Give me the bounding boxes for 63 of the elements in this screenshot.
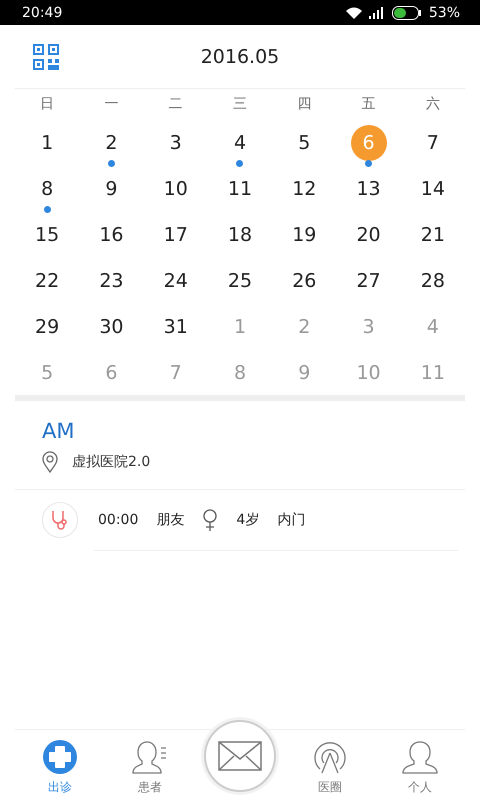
location-pin-icon xyxy=(42,451,58,473)
mail-button[interactable] xyxy=(204,720,276,792)
weekday-label: 三 xyxy=(232,95,247,113)
calendar-day[interactable]: 31 xyxy=(158,309,194,345)
battery-icon xyxy=(392,6,422,20)
broadcast-icon xyxy=(312,739,348,775)
month-title: 2016.05 xyxy=(200,46,280,68)
calendar-day[interactable]: 10 xyxy=(158,171,194,207)
calendar-day[interactable]: 20 xyxy=(350,217,387,253)
envelope-icon xyxy=(218,741,262,771)
qr-code-icon[interactable] xyxy=(33,44,59,70)
plus-icon xyxy=(42,739,78,775)
patient-name: 朋友 xyxy=(156,511,184,529)
weekday-label: 五 xyxy=(362,95,376,113)
calendar-day[interactable]: 27 xyxy=(350,263,387,299)
calendar-day[interactable]: 13 xyxy=(350,171,387,207)
calendar-day[interactable]: 12 xyxy=(286,171,322,207)
hospital-name: 虚拟医院2.0 xyxy=(72,453,150,471)
weekday-label: 六 xyxy=(426,95,440,113)
calendar-day[interactable]: 28 xyxy=(414,263,451,299)
tab-item[interactable]: 个人 xyxy=(375,730,465,800)
female-icon xyxy=(202,509,218,531)
person-list-icon xyxy=(131,739,169,775)
weekday-label: 日 xyxy=(40,95,54,113)
calendar-day[interactable]: 23 xyxy=(93,263,130,299)
calendar-day[interactable]: 3 xyxy=(158,125,194,161)
tab-item[interactable]: 医圈 xyxy=(285,730,375,800)
tab-item[interactable]: 患者 xyxy=(105,730,195,800)
calendar-day[interactable]: 2 xyxy=(93,125,130,161)
battery-percent: 53% xyxy=(428,4,460,20)
calendar-day[interactable]: 18 xyxy=(222,217,258,253)
calendar-day[interactable]: 17 xyxy=(158,217,194,253)
calendar-day[interactable]: 24 xyxy=(158,263,194,299)
status-time: 20:49 xyxy=(22,4,64,20)
calendar-day[interactable]: 26 xyxy=(286,263,322,299)
tab-item[interactable]: 出诊 xyxy=(15,730,105,800)
weekday-label: 二 xyxy=(168,95,183,113)
calendar-day[interactable]: 19 xyxy=(286,217,322,253)
signal-icon xyxy=(368,6,385,18)
calendar-day[interactable]: 16 xyxy=(93,217,130,253)
calendar-day[interactable]: 8 xyxy=(29,171,66,207)
calendar-day[interactable]: 22 xyxy=(29,263,66,299)
calendar-day[interactable]: 25 xyxy=(222,263,258,299)
calendar-day[interactable]: 15 xyxy=(29,217,66,253)
calendar-day[interactable]: 1 xyxy=(29,125,66,161)
weekday-label: 一 xyxy=(104,95,118,113)
stethoscope-icon xyxy=(42,502,78,538)
weekday-label: 四 xyxy=(297,95,312,113)
calendar-day[interactable]: 7 xyxy=(414,125,451,161)
person-icon xyxy=(401,739,439,775)
patient-age: 4岁 xyxy=(236,511,260,529)
calendar-day[interactable]: 30 xyxy=(93,309,130,345)
calendar-day[interactable]: 21 xyxy=(414,217,451,253)
appointment-time: 00:00 xyxy=(98,512,138,528)
wifi-icon xyxy=(346,6,362,18)
calendar-day[interactable]: 11 xyxy=(222,171,258,207)
calendar-day[interactable]: 29 xyxy=(29,309,66,345)
calendar-day[interactable]: 4 xyxy=(222,125,258,161)
department: 内门 xyxy=(277,511,306,529)
calendar-day[interactable]: 5 xyxy=(286,125,322,161)
calendar-day[interactable]: 9 xyxy=(93,171,130,207)
calendar-day[interactable]: 14 xyxy=(414,171,451,207)
session-period: AM xyxy=(42,419,76,443)
